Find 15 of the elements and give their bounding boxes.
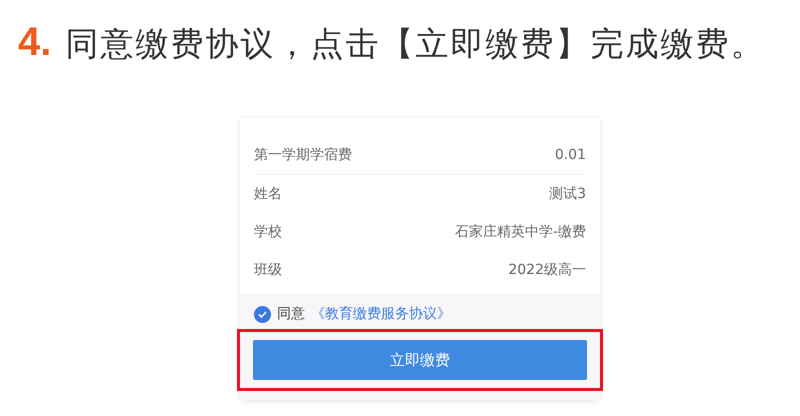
- agree-checkbox[interactable]: [254, 306, 271, 322]
- agreement-link[interactable]: 《教育缴费服务协议》: [311, 305, 451, 323]
- check-icon: [257, 308, 268, 320]
- field-label: 学校: [254, 223, 282, 241]
- field-value: 0.01: [554, 147, 586, 163]
- field-label: 第一学期学宿费: [254, 146, 352, 164]
- field-value: 石家庄精英中学-缴费: [454, 223, 586, 241]
- field-label: 姓名: [254, 185, 282, 203]
- pay-button[interactable]: 立即缴费: [253, 340, 587, 380]
- field-label: 班级: [254, 261, 282, 279]
- step-number: 4.: [18, 22, 52, 62]
- field-value: 测试3: [549, 185, 586, 203]
- agree-label: 同意: [277, 305, 305, 323]
- step-instruction: 同意缴费协议，点击【立即缴费】完成缴费。: [65, 27, 766, 60]
- field-value: 2022级高一: [508, 261, 586, 279]
